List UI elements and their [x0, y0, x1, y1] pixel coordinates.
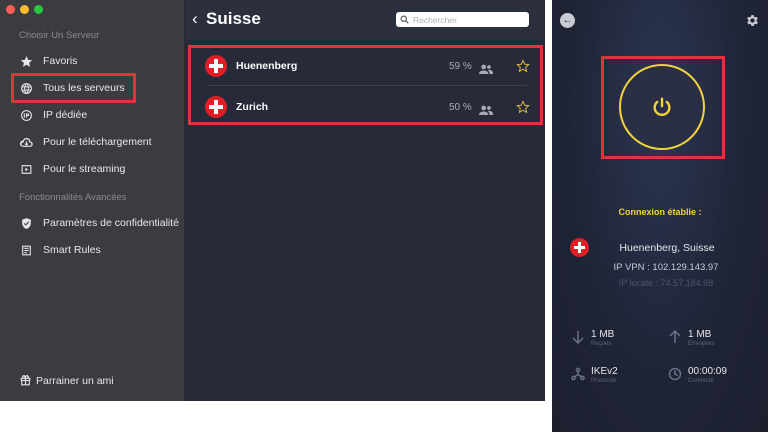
stat-protocol: IKEv2 Protocole: [571, 366, 618, 384]
sidebar-item-label: Paramètres de confidentialité: [43, 217, 179, 229]
sidebar-item-label: Favoris: [43, 55, 78, 67]
server-load: 59 %: [449, 60, 472, 72]
window-controls: [6, 5, 43, 14]
favorite-star-icon[interactable]: [516, 59, 530, 73]
server-list: Huenenberg 59 % Zurich 50 %: [188, 45, 543, 125]
sidebar-item-dedicated-ip[interactable]: IP dédiée: [13, 102, 87, 128]
connected-location: Huenenberg, Suisse: [619, 242, 715, 254]
search-icon: [400, 15, 409, 24]
sidebar-item-favorites[interactable]: Favoris: [13, 48, 77, 74]
server-row-zurich[interactable]: Zurich 50 %: [191, 89, 540, 125]
clock-icon: [668, 367, 682, 381]
refer-friend-button[interactable]: Parrainer un ami: [19, 374, 114, 387]
local-ip: IP locale : 74.57.184.98: [618, 278, 714, 288]
play-icon: [16, 163, 36, 176]
gift-icon: [20, 375, 31, 386]
search-box[interactable]: [396, 12, 529, 27]
globe-icon: [16, 82, 36, 95]
stat-received: 1 MB Reçues: [571, 329, 614, 347]
protocol-value: IKEv2: [591, 366, 618, 377]
time-label: Connecté: [688, 378, 714, 384]
section-title-advanced: Fonctionnalités Avancées: [19, 192, 127, 203]
panel-header: ‹ Suisse: [186, 0, 545, 40]
shield-icon: [16, 217, 36, 230]
gear-icon[interactable]: [745, 13, 760, 28]
sidebar-item-label: Smart Rules: [43, 244, 101, 256]
search-input[interactable]: [413, 14, 523, 25]
power-highlight: [601, 56, 725, 159]
sent-value: 1 MB: [688, 329, 712, 340]
server-name: Zurich: [236, 101, 269, 113]
sidebar-item-label: Tous les serveurs: [43, 82, 125, 94]
stat-connected-time: 00:00:09 Connecté: [668, 366, 727, 384]
server-name: Huenenberg: [236, 60, 298, 72]
sidebar-item-all-servers[interactable]: Tous les serveurs: [11, 73, 136, 103]
switzerland-flag-icon: [205, 96, 227, 118]
switzerland-flag-icon: [570, 238, 589, 257]
back-chevron-icon[interactable]: ‹: [192, 9, 198, 29]
users-icon: [479, 102, 493, 115]
arrow-down-icon: [571, 330, 585, 345]
vpn-ip: IP VPN : 102.129.143.97: [613, 262, 719, 273]
star-icon: [16, 55, 36, 68]
refer-friend-label: Parrainer un ami: [36, 374, 114, 387]
sidebar-item-privacy-settings[interactable]: Paramètres de confidentialité: [13, 210, 179, 236]
stat-sent: 1 MB Envoyées: [668, 329, 714, 347]
list-icon: [16, 244, 36, 257]
row-divider: [207, 85, 527, 86]
received-value: 1 MB: [591, 329, 615, 340]
zoom-window-button[interactable]: [34, 5, 43, 14]
power-icon: [653, 97, 671, 117]
ip-icon: [16, 109, 36, 122]
switzerland-flag-icon: [205, 55, 227, 77]
protocol-label: Protocole: [591, 378, 617, 384]
arrow-up-icon: [668, 329, 682, 344]
sidebar-item-label: Pour le streaming: [43, 163, 126, 175]
power-button[interactable]: [619, 64, 705, 150]
network-icon: [571, 367, 585, 381]
sent-label: Envoyées: [688, 341, 715, 347]
minimize-window-button[interactable]: [20, 5, 29, 14]
server-list-panel: ‹ Suisse Huenenberg 59 %: [186, 0, 545, 401]
connection-window: ← Connexion établie : Huenenberg, Suisse…: [552, 0, 768, 432]
server-row-huenenberg[interactable]: Huenenberg 59 %: [191, 48, 540, 84]
users-icon: [479, 61, 493, 74]
server-list-window: Choisir Un Serveur Favoris Tous les serv…: [0, 0, 545, 401]
cloud-download-icon: [16, 136, 36, 149]
server-load: 50 %: [449, 101, 472, 113]
favorite-star-icon[interactable]: [516, 100, 530, 114]
sidebar: Choisir Un Serveur Favoris Tous les serv…: [0, 0, 185, 401]
sidebar-item-streaming[interactable]: Pour le streaming: [13, 156, 125, 182]
sidebar-item-download[interactable]: Pour le téléchargement: [13, 129, 152, 155]
connection-status: Connexion établie :: [618, 207, 702, 217]
sidebar-item-label: Pour le téléchargement: [43, 136, 152, 148]
back-arrow-icon[interactable]: ←: [560, 13, 575, 28]
sidebar-item-label: IP dédiée: [43, 109, 88, 121]
received-label: Reçues: [591, 341, 612, 347]
page-title: Suisse: [206, 9, 261, 28]
sidebar-item-smart-rules[interactable]: Smart Rules: [13, 237, 101, 263]
section-title-choose-server: Choisir Un Serveur: [19, 30, 100, 41]
close-window-button[interactable]: [6, 5, 15, 14]
time-value: 00:00:09: [688, 366, 727, 377]
